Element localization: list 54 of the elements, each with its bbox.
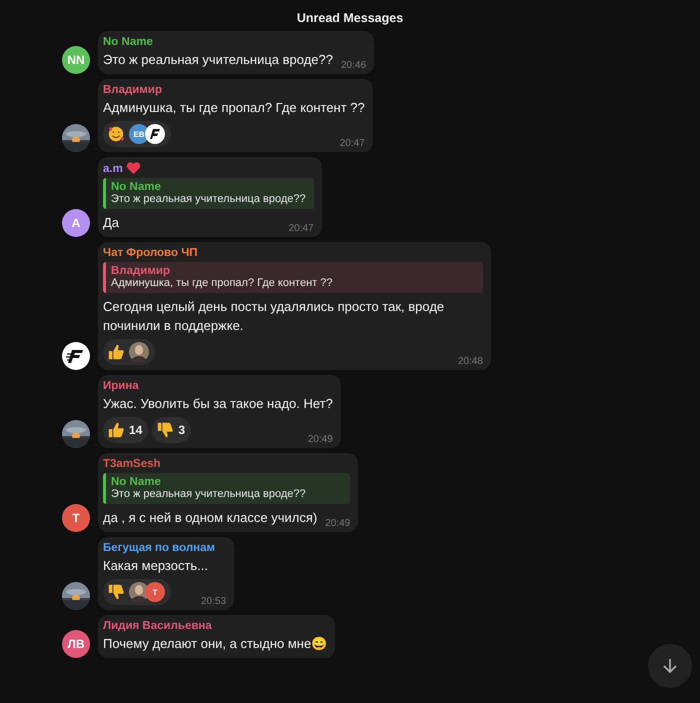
thumbs-up-icon xyxy=(107,343,125,361)
reply-quote[interactable]: No Name Это ж реальная учительница вроде?? xyxy=(103,473,350,504)
reaction-pill[interactable]: 3 xyxy=(152,417,192,443)
message-text: Какая мерзость... xyxy=(103,557,208,575)
reply-author: Владимир xyxy=(111,265,171,277)
thumbs-down-icon xyxy=(156,421,174,439)
message-text: Сегодня целый день посты удалялись просто так, вроде починили в поддержке. xyxy=(103,298,446,335)
reaction-pill[interactable] xyxy=(103,339,155,365)
reactor-avatar: EB xyxy=(129,124,149,144)
reaction-pill[interactable]: EB xyxy=(103,121,171,147)
message-time: 20:49 xyxy=(325,518,350,529)
message-text: Почему делают они, а стыдно мне😄 xyxy=(103,635,328,653)
author-name[interactable]: T3amSesh xyxy=(103,458,161,470)
reaction-pill[interactable]: 14 xyxy=(103,417,148,443)
author-name[interactable]: a.m xyxy=(103,162,123,174)
logo-avatar[interactable] xyxy=(62,342,90,370)
avatar[interactable]: T xyxy=(62,504,90,532)
message-text: Это ж реальная учительница вроде?? xyxy=(103,51,333,69)
avatar[interactable]: NN xyxy=(62,46,90,74)
reply-author: No Name xyxy=(111,181,162,193)
thumbs-down-icon xyxy=(107,583,125,601)
message-text: Ужас. Уволить бы за такое надо. Нет? xyxy=(103,395,333,413)
author-name[interactable]: Чат Фролово ЧП xyxy=(103,247,198,259)
unread-messages-label: Unread Messages xyxy=(296,11,404,25)
thumbs-up-icon xyxy=(107,421,125,439)
reaction-pill[interactable]: T xyxy=(103,579,171,605)
message-text: да , я с ней в одном классе учился) xyxy=(103,509,318,527)
reply-text: Это ж реальная учительница вроде?? xyxy=(111,488,307,500)
message-time: 20:48 xyxy=(458,356,483,367)
author-name[interactable]: Владимир xyxy=(103,84,162,96)
message-text: Админушка, ты где пропал? Где контент ?? xyxy=(103,99,365,117)
smiling-face-icon xyxy=(107,125,125,143)
message-time: 20:49 xyxy=(308,434,333,445)
author-name[interactable]: No Name xyxy=(103,36,153,48)
avatar[interactable]: ЛВ xyxy=(62,630,90,658)
avatar[interactable]: A xyxy=(62,209,90,237)
reaction-count: 14 xyxy=(129,423,142,437)
logo-avatar xyxy=(145,124,165,144)
message-time: 20:47 xyxy=(288,223,314,234)
author-name[interactable]: Бегущая по волнам xyxy=(103,542,215,554)
reply-text: Это ж реальная учительница вроде?? xyxy=(111,193,306,205)
author-name[interactable]: Лидия Васильевна xyxy=(103,620,212,632)
reply-quote[interactable]: No Name Это ж реальная учительница вроде?? xyxy=(103,178,314,209)
reply-text: Админушка, ты где пропал? Где контент ?? xyxy=(111,277,334,289)
message-time: 20:47 xyxy=(340,138,365,149)
message-time: 20:53 xyxy=(201,596,226,607)
scroll-down-button[interactable] xyxy=(648,644,692,688)
message-time: 20:46 xyxy=(341,60,366,71)
reply-quote[interactable]: Владимир Админушка, ты где пропал? Где контент ?? xyxy=(103,262,483,293)
reactor-avatar: T xyxy=(145,582,165,602)
message-text: Да xyxy=(103,214,120,232)
reaction-count: 3 xyxy=(178,423,186,437)
author-name[interactable]: Ирина xyxy=(103,380,139,392)
reply-author: No Name xyxy=(111,476,162,488)
